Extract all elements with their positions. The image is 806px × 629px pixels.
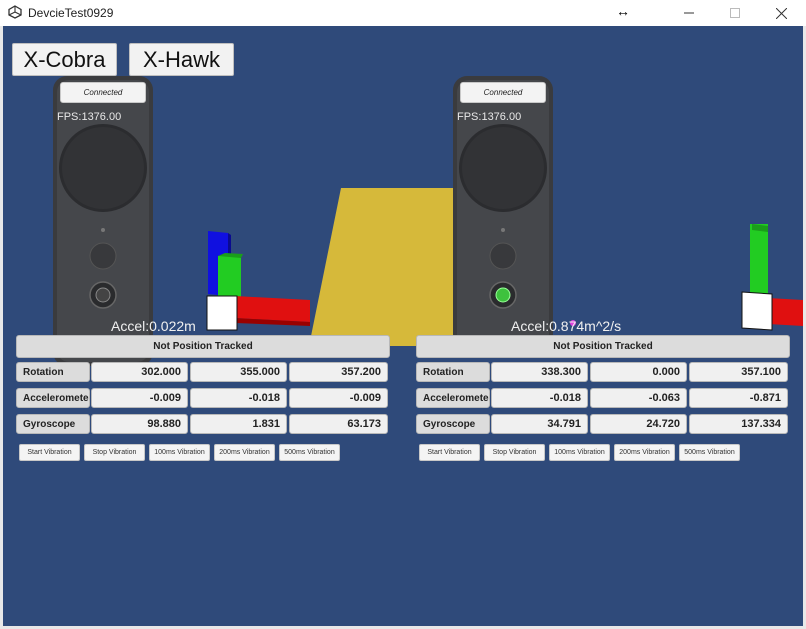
position-tracking-right[interactable]: Not Position Tracked xyxy=(416,335,790,358)
rotation-y-right: 0.000 xyxy=(590,362,687,382)
accelerometer-x-left: -0.009 xyxy=(91,388,188,408)
accelerometer-y-left: -0.018 xyxy=(190,388,287,408)
window-title: DevcieTest0929 xyxy=(28,6,114,20)
rotation-z-right: 357.100 xyxy=(689,362,788,382)
connection-status-left[interactable]: Connected xyxy=(60,82,146,103)
gyroscope-label-right: Gyroscope xyxy=(416,414,490,434)
vibration-100ms-button-left[interactable]: 100ms Vibration xyxy=(149,444,210,461)
maximize-button[interactable] xyxy=(712,0,758,26)
accelerometer-label-left: Acceleromete xyxy=(16,388,90,408)
start-vibration-button-right[interactable]: Start Vibration xyxy=(419,444,480,461)
close-icon xyxy=(775,7,787,19)
axes-gizmo-left xyxy=(206,231,310,331)
vibration-500ms-button-right[interactable]: 500ms Vibration xyxy=(679,444,740,461)
rotation-x-left: 302.000 xyxy=(91,362,188,382)
close-button[interactable] xyxy=(758,0,804,26)
rotation-y-left: 355.000 xyxy=(190,362,287,382)
stop-vibration-button-left[interactable]: Stop Vibration xyxy=(84,444,145,461)
gyroscope-z-right: 137.334 xyxy=(689,414,788,434)
scene-viewport[interactable]: X-Cobra X-Hawk Connected FPS:1376.00 Acc… xyxy=(3,26,803,626)
minimize-button[interactable] xyxy=(666,0,712,26)
tab-x-cobra[interactable]: X-Cobra xyxy=(12,43,117,76)
gyroscope-label-left: Gyroscope xyxy=(16,414,90,434)
tab-x-hawk[interactable]: X-Hawk xyxy=(129,43,234,76)
minimize-icon xyxy=(684,12,694,14)
axes-gizmo-right xyxy=(741,224,803,331)
resize-cursor-icon: ↔ xyxy=(616,3,630,19)
rotation-label-left: Rotation xyxy=(16,362,90,382)
accel-left: Accel:0.022m xyxy=(111,318,196,334)
accelerometer-z-left: -0.009 xyxy=(289,388,388,408)
unity-icon xyxy=(8,5,22,19)
maximize-icon xyxy=(730,8,740,18)
connection-status-right[interactable]: Connected xyxy=(460,82,546,103)
gyroscope-y-left: 1.831 xyxy=(190,414,287,434)
accelerometer-label-right: Acceleromete xyxy=(416,388,490,408)
rotation-z-left: 357.200 xyxy=(289,362,388,382)
gyroscope-x-left: 98.880 xyxy=(91,414,188,434)
title-bar: DevcieTest0929 ↔ xyxy=(0,0,806,26)
gyroscope-y-right: 24.720 xyxy=(590,414,687,434)
vibration-500ms-button-left[interactable]: 500ms Vibration xyxy=(279,444,340,461)
accelerometer-z-right: -0.871 xyxy=(689,388,788,408)
fps-left: FPS:1376.00 xyxy=(57,111,122,123)
position-tracking-left[interactable]: Not Position Tracked xyxy=(16,335,390,358)
rotation-label-right: Rotation xyxy=(416,362,490,382)
accel-right: Accel:0.874m^2/s xyxy=(511,318,622,334)
gyroscope-z-left: 63.173 xyxy=(289,414,388,434)
accelerometer-y-right: -0.063 xyxy=(590,388,687,408)
stop-vibration-button-right[interactable]: Stop Vibration xyxy=(484,444,545,461)
fps-right: FPS:1376.00 xyxy=(457,111,522,123)
gyroscope-x-right: 34.791 xyxy=(491,414,588,434)
vibration-100ms-button-right[interactable]: 100ms Vibration xyxy=(549,444,610,461)
start-vibration-button-left[interactable]: Start Vibration xyxy=(19,444,80,461)
accelerometer-x-right: -0.018 xyxy=(491,388,588,408)
vibration-200ms-button-left[interactable]: 200ms Vibration xyxy=(214,444,275,461)
vibration-200ms-button-right[interactable]: 200ms Vibration xyxy=(614,444,675,461)
rotation-x-right: 338.300 xyxy=(491,362,588,382)
